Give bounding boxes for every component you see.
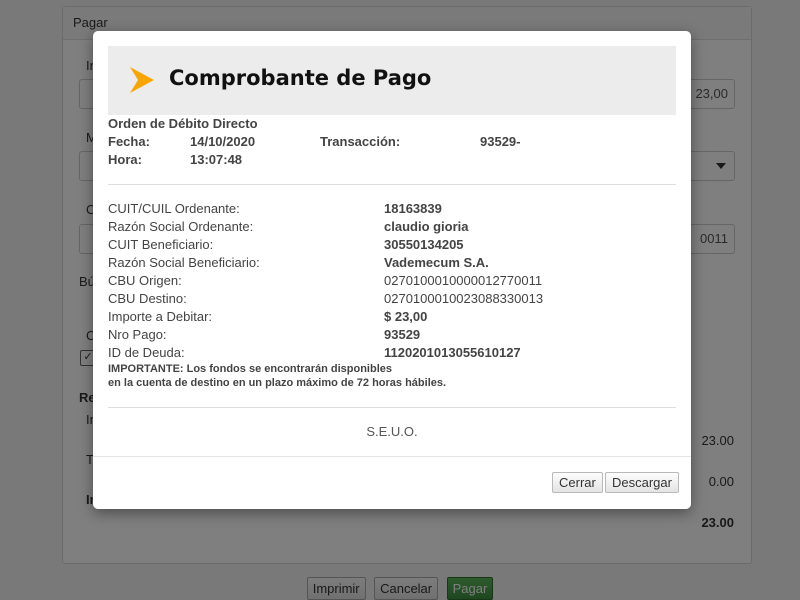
detail-value: 30550134205 <box>384 237 464 252</box>
time-label: Hora: <box>108 152 142 167</box>
detail-value: 1120201013055610127 <box>384 345 521 360</box>
divider <box>108 184 676 185</box>
payment-receipt-modal: Comprobante de Pago Orden de Débito Dire… <box>93 31 691 509</box>
detail-value: 18163839 <box>384 201 442 216</box>
detail-value: 0270100010000012770011 <box>384 273 543 288</box>
detail-label: CUIT/CUIL Ordenante: <box>108 201 240 216</box>
seuo-disclaimer: S.E.U.O. <box>366 424 418 439</box>
close-button[interactable]: Cerrar <box>552 472 603 493</box>
detail-value: $ 23,00 <box>384 309 428 324</box>
divider <box>108 407 676 408</box>
detail-label: ID de Deuda: <box>108 345 185 360</box>
time-value: 13:07:48 <box>190 152 243 167</box>
detail-label: Nro Pago: <box>108 327 167 342</box>
download-button[interactable]: Descargar <box>605 472 679 493</box>
detail-label: CBU Origen: <box>108 273 182 288</box>
modal-footer-divider <box>93 456 691 457</box>
important-notice-continued: en la cuenta de destino en un plazo máxi… <box>108 377 447 389</box>
arrow-right-icon <box>130 67 154 93</box>
important-notice: IMPORTANTE: Los fondos se encontrarán di… <box>108 363 392 375</box>
detail-value: claudio gioria <box>384 219 469 234</box>
date-value: 14/10/2020 <box>190 134 256 149</box>
detail-label: CBU Destino: <box>108 291 187 306</box>
transaction-label: Transacción: <box>320 134 401 149</box>
detail-value: 93529 <box>384 327 421 342</box>
detail-value: 0270100010023088330013 <box>384 291 544 306</box>
modal-header: Comprobante de Pago <box>108 46 676 115</box>
detail-value: Vademecum S.A. <box>384 255 489 270</box>
detail-label: CUIT Beneficiario: <box>108 237 214 252</box>
order-type: Orden de Débito Directo <box>108 116 258 131</box>
transaction-value: 93529- <box>480 134 521 149</box>
detail-label: Razón Social Beneficiario: <box>108 255 260 270</box>
date-label: Fecha: <box>108 134 150 149</box>
detail-label: Razón Social Ordenante: <box>108 219 254 234</box>
modal-title: Comprobante de Pago <box>169 66 432 90</box>
detail-label: Importe a Debitar: <box>108 309 213 324</box>
